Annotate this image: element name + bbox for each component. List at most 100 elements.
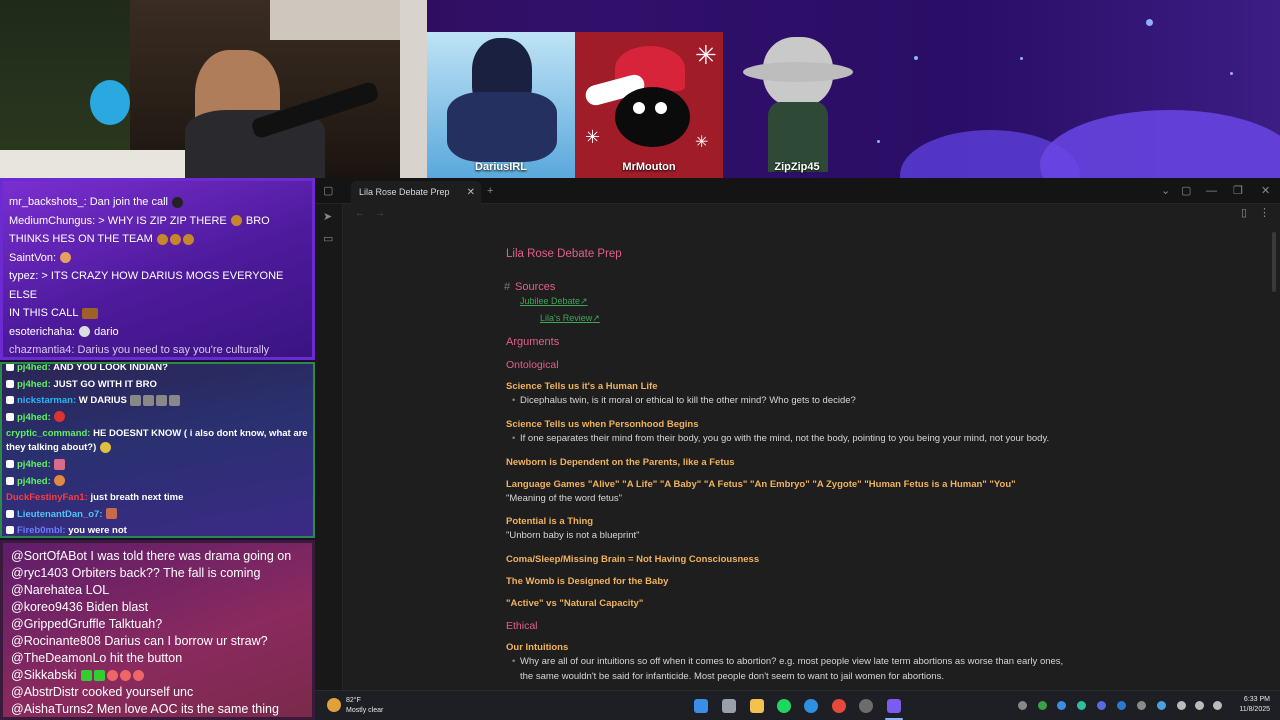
chat-username: DuckFestinyFan1: bbox=[6, 492, 88, 503]
send-icon[interactable]: ➤ bbox=[323, 210, 332, 224]
link-lilas-review[interactable]: Lila's Review↗ bbox=[540, 313, 600, 324]
close-icon[interactable]: ✕ bbox=[467, 181, 475, 204]
start-icon[interactable] bbox=[694, 699, 708, 713]
chevron-down-icon[interactable]: ⌄ bbox=[1161, 178, 1170, 204]
chat-overlay-panel[interactable]: pj4hed: AND YOU LOOK INDIAN? pj4hed: JUS… bbox=[0, 362, 315, 538]
emote-icon bbox=[106, 670, 118, 682]
sidebar-toggle-icon[interactable]: ▢ bbox=[323, 178, 333, 204]
chat-text: Orbiters back?? The fall is coming bbox=[71, 566, 261, 580]
heading-s2: Science Tells us when Personhood Begins bbox=[506, 419, 699, 430]
files-icon[interactable]: ▭ bbox=[323, 232, 333, 246]
maximize-icon[interactable]: ❐ bbox=[1233, 178, 1243, 204]
chat-message: @SortOfABot I was told there was drama g… bbox=[11, 548, 304, 565]
heading-ethical: Ethical bbox=[506, 620, 538, 632]
chat-username: Fireb0mbl: bbox=[17, 525, 66, 536]
emote-icon bbox=[82, 307, 99, 319]
chat-text: BRO bbox=[245, 214, 270, 227]
chat-message: @koreo9436 Biden blast bbox=[11, 599, 304, 616]
obs-icon[interactable] bbox=[859, 699, 873, 713]
obsidian-icon[interactable] bbox=[887, 699, 901, 713]
chat-text: Talktuah? bbox=[108, 617, 163, 631]
tray-app-icon[interactable] bbox=[1157, 701, 1166, 710]
chat-username: @AbstrDistr bbox=[11, 685, 79, 699]
participant-name: ZipZip45 bbox=[774, 161, 820, 173]
chat-message: @Sikkabski bbox=[11, 667, 304, 684]
network-icon[interactable] bbox=[1177, 701, 1186, 710]
chat-username: mr_backshots_: bbox=[9, 196, 87, 208]
clock-time[interactable]: 6:33 PM bbox=[1220, 696, 1270, 703]
chat-message: pj4hed: bbox=[6, 410, 309, 427]
youtube-chat-panel[interactable]: @SortOfABot I was told there was drama g… bbox=[0, 540, 315, 720]
tray-app-icon[interactable] bbox=[1117, 701, 1126, 710]
heading-ontological: Ontological bbox=[506, 359, 559, 371]
tray-app-icon[interactable] bbox=[1057, 701, 1066, 710]
link-jubilee-debate[interactable]: Jubilee Debate↗ bbox=[520, 296, 588, 307]
minimize-icon[interactable]: — bbox=[1206, 178, 1217, 204]
tray-app-icon[interactable] bbox=[1077, 701, 1086, 710]
clock-date[interactable]: 11/8/2025 bbox=[1220, 706, 1270, 713]
chat-username: @AishaTurns2 bbox=[11, 702, 94, 716]
document-title: Lila Rose Debate Prep bbox=[506, 248, 622, 260]
emote-icon bbox=[60, 252, 72, 264]
scrollbar[interactable] bbox=[1272, 232, 1276, 292]
task-view-icon[interactable] bbox=[722, 699, 736, 713]
star-decoration bbox=[914, 56, 918, 60]
emote-icon bbox=[54, 411, 66, 423]
tab-label: Lila Rose Debate Prep bbox=[359, 187, 450, 197]
chat-username: nickstarman: bbox=[17, 395, 77, 406]
chat-message: @GrippedGruffle Talktuah? bbox=[11, 616, 304, 633]
chat-text: Men love AOC its the same thing bbox=[96, 702, 279, 716]
heading-marker: # bbox=[504, 281, 511, 293]
more-options-icon[interactable]: ⋮ bbox=[1259, 206, 1270, 220]
chat-text: dario bbox=[94, 325, 119, 338]
badge-icon bbox=[6, 412, 14, 421]
star-decoration bbox=[1020, 57, 1023, 60]
chat-text: you were not bbox=[68, 525, 127, 536]
badge-icon bbox=[6, 460, 14, 469]
chat-text: cooked yourself unc bbox=[82, 685, 194, 699]
participant-tile[interactable]: ZipZip45 bbox=[723, 32, 871, 178]
chat-username: chazmantia4: bbox=[9, 344, 75, 356]
close-window-icon[interactable]: ✕ bbox=[1261, 178, 1270, 204]
weather-icon[interactable] bbox=[327, 698, 341, 712]
reading-view-icon[interactable]: ▯ bbox=[1241, 206, 1247, 220]
emote-icon bbox=[230, 215, 242, 227]
nav-arrows-icon[interactable]: ←→ bbox=[355, 208, 395, 219]
chat-text: AND YOU LOOK INDIAN? bbox=[53, 362, 168, 373]
heading-s8: "Active" vs "Natural Capacity" bbox=[506, 598, 644, 609]
bullet-s2: If one separates their mind from their b… bbox=[512, 433, 1049, 444]
chat-message: @ryc1403 Orbiters back?? The fall is com… bbox=[11, 565, 304, 582]
title-bar: ▢ Lila Rose Debate Prep ✕ + ⌄ ▢ — ❐ ✕ bbox=[315, 178, 1280, 204]
layout-icon[interactable]: ▢ bbox=[1181, 178, 1191, 204]
editor-pane[interactable]: ←→ ▯ ⋮ Lila Rose Debate Prep # Sources J… bbox=[343, 204, 1280, 690]
chevron-up-icon[interactable] bbox=[1018, 701, 1027, 710]
new-tab-icon[interactable]: + bbox=[487, 178, 493, 204]
chat-username: @GrippedGruffle bbox=[11, 617, 106, 631]
chrome-icon[interactable] bbox=[832, 699, 846, 713]
chat-message: THINKS HES ON THE TEAM bbox=[9, 230, 306, 249]
chat-column: mr_backshots_: Dan join the call MediumC… bbox=[0, 178, 315, 720]
chat-username: @Rocinante808 bbox=[11, 634, 101, 648]
spotify-icon[interactable] bbox=[777, 699, 791, 713]
edge-icon[interactable] bbox=[804, 699, 818, 713]
chat-username: esoterichaha: bbox=[9, 325, 76, 338]
tab-document[interactable]: Lila Rose Debate Prep ✕ bbox=[351, 181, 481, 204]
chat-message: cryptic_command: HE DOESNT KNOW ( i also… bbox=[6, 427, 309, 455]
tray-app-icon[interactable] bbox=[1097, 701, 1106, 710]
emote-icon bbox=[169, 394, 181, 406]
heading-s7: The Womb is Designed for the Baby bbox=[506, 576, 669, 587]
chat-text: > WHY IS ZIP ZIP THERE bbox=[98, 214, 227, 227]
tray-app-icon[interactable] bbox=[1038, 701, 1047, 710]
chat-text: Darius you need to say you're culturally bbox=[77, 344, 270, 356]
volume-icon[interactable] bbox=[1195, 701, 1204, 710]
participant-tile[interactable]: ✳ ✳ ✳ MrMouton bbox=[575, 32, 723, 178]
chat-text: IN THIS CALL bbox=[9, 307, 79, 319]
file-explorer-icon[interactable] bbox=[750, 699, 764, 713]
twitch-chat-panel[interactable]: mr_backshots_: Dan join the call MediumC… bbox=[0, 178, 315, 375]
chat-username: SaintVon: bbox=[9, 251, 57, 264]
chat-username: pj4hed: bbox=[17, 475, 51, 487]
star-decoration bbox=[1230, 72, 1233, 75]
tray-app-icon[interactable] bbox=[1137, 701, 1146, 710]
emote-icon bbox=[54, 458, 66, 470]
participant-tile[interactable]: DariusIRL bbox=[427, 32, 575, 178]
